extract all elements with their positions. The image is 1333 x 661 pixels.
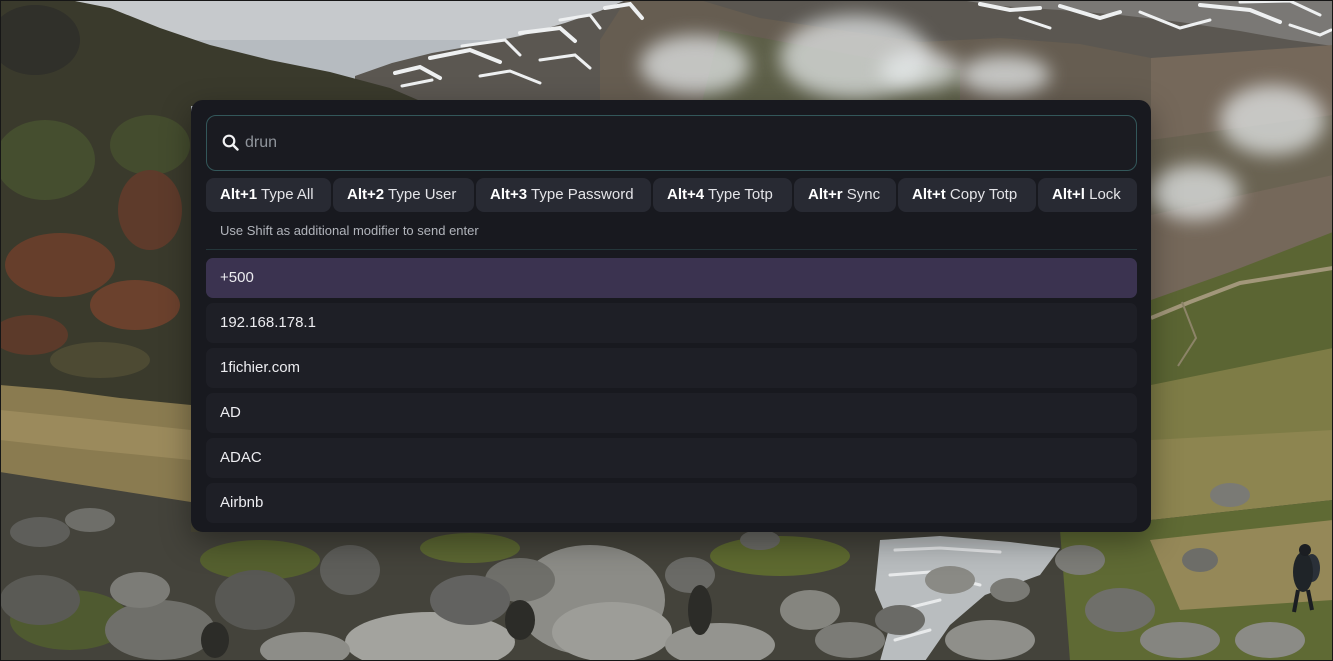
list-item[interactable]: 192.168.178.1 [206, 303, 1137, 343]
list-item-label: ADAC [220, 449, 262, 466]
keybinding-label: Type Password [531, 186, 634, 203]
list-item[interactable]: ADAC [206, 438, 1137, 478]
mist-cloud [960, 55, 1050, 95]
keybinding-key: Alt+t [912, 186, 946, 203]
type-user-button[interactable]: Alt+2 Type User [333, 178, 474, 212]
type-password-button[interactable]: Alt+3 Type Password [476, 178, 651, 212]
mist-cloud [1220, 85, 1325, 155]
keybinding-key: Alt+1 [220, 186, 258, 203]
list-item[interactable]: 1fichier.com [206, 348, 1137, 388]
keybinding-key: Alt+2 [347, 186, 385, 203]
list-item-label: +500 [220, 269, 254, 286]
entry-list: +500 192.168.178.1 1fichier.com AD ADAC … [206, 258, 1137, 523]
keybinding-bar: Alt+1 Type All Alt+2 Type User Alt+3 Typ… [206, 178, 1137, 212]
separator [206, 249, 1137, 250]
copy-totp-button[interactable]: Alt+t Copy Totp [898, 178, 1036, 212]
keybinding-key: Alt+3 [490, 186, 528, 203]
list-item[interactable]: AD [206, 393, 1137, 433]
search-icon [222, 134, 239, 151]
type-totp-button[interactable]: Alt+4 Type Totp [653, 178, 792, 212]
type-all-button[interactable]: Alt+1 Type All [206, 178, 331, 212]
shift-modifier-hint: Use Shift as additional modifier to send… [220, 223, 479, 238]
keybinding-label: Copy Totp [949, 186, 1018, 203]
mist-cloud [640, 35, 750, 95]
search-input[interactable] [245, 116, 1124, 170]
keybinding-label: Lock [1089, 186, 1121, 203]
keybinding-key: Alt+l [1052, 186, 1085, 203]
list-item[interactable]: +500 [206, 258, 1137, 298]
keybinding-key: Alt+r [808, 186, 843, 203]
search-bar [206, 115, 1137, 171]
list-item-label: 192.168.178.1 [220, 314, 316, 331]
list-item-label: AD [220, 404, 241, 421]
list-item[interactable]: Airbnb [206, 483, 1137, 523]
keybinding-label: Type User [388, 186, 457, 203]
list-item-label: Airbnb [220, 494, 264, 511]
keybinding-label: Sync [846, 186, 881, 203]
desktop-screen: Alt+1 Type All Alt+2 Type User Alt+3 Typ… [0, 0, 1333, 661]
keybinding-key: Alt+4 [667, 186, 705, 203]
keybinding-label: Type All [261, 186, 314, 203]
lock-button[interactable]: Alt+l Lock [1038, 178, 1137, 212]
list-item-label: 1fichier.com [220, 359, 301, 376]
launcher-panel: Alt+1 Type All Alt+2 Type User Alt+3 Typ… [191, 100, 1151, 532]
keybinding-label: Type Totp [708, 186, 773, 203]
mist-cloud [1150, 165, 1240, 220]
mist-cloud [880, 50, 960, 90]
sync-button[interactable]: Alt+r Sync [794, 178, 896, 212]
